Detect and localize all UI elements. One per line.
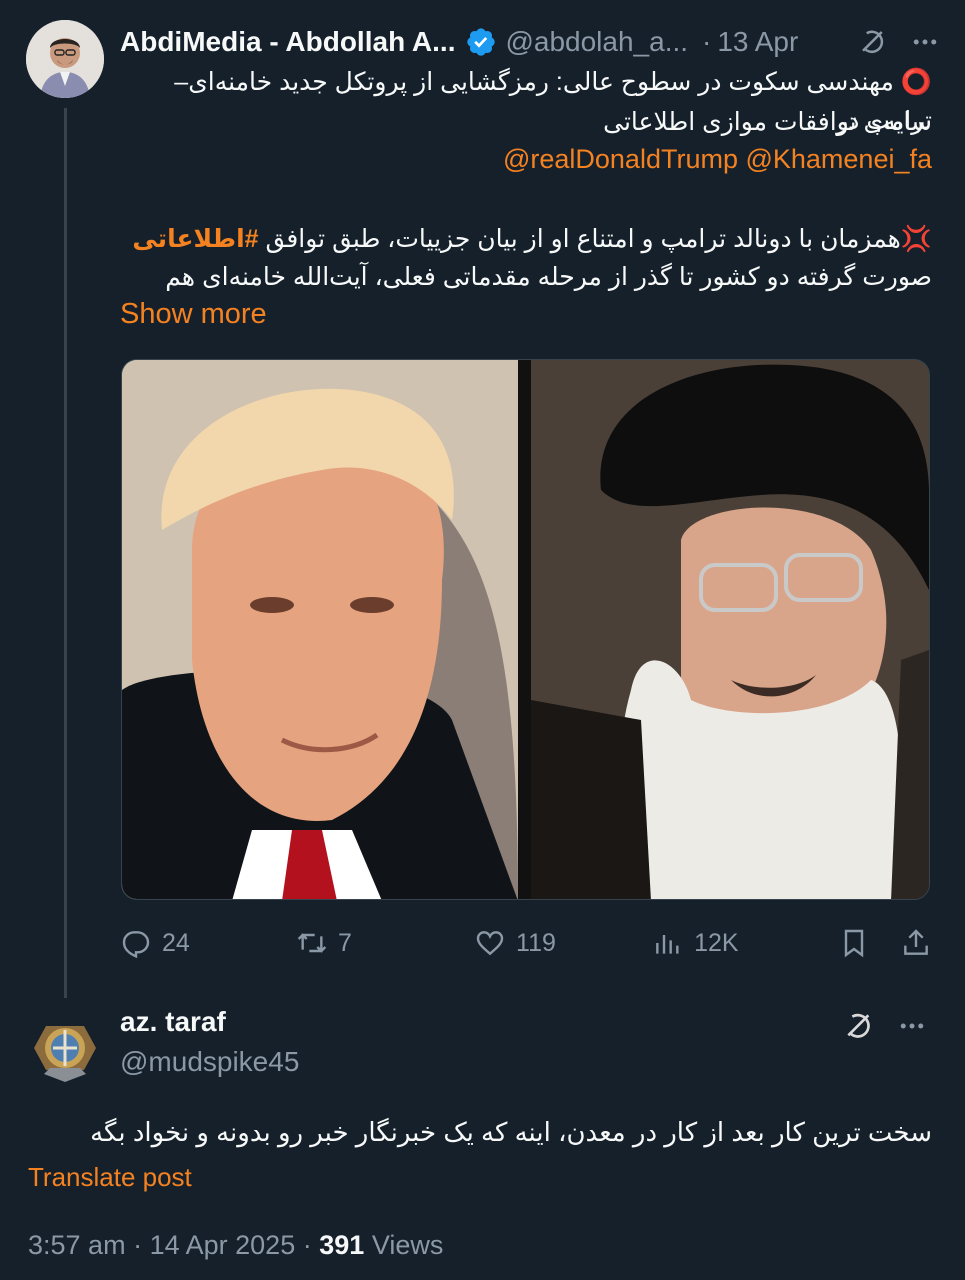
tweet-text-line-4: صورت گرفته دو کشور تا گذر از مرحله مقدما… [165, 263, 932, 291]
media-divider [518, 360, 531, 899]
media-photo-left [122, 360, 518, 899]
show-more-link[interactable]: Show more [120, 298, 267, 331]
reply-text: سخت ترین کار بعد از کار در معدن، اینه که… [90, 1117, 932, 1147]
reply-header-icons [843, 1010, 927, 1042]
grok-icon[interactable] [858, 27, 888, 57]
tweet-media[interactable] [121, 359, 930, 900]
author-name[interactable]: AbdiMedia - Abdollah A... [120, 26, 455, 58]
separator: · [702, 26, 712, 57]
author-handle[interactable]: @abdolah_a... [505, 26, 688, 58]
reply-author-avatar[interactable] [26, 1008, 104, 1086]
translate-post-link[interactable]: Translate post [28, 1162, 192, 1193]
media-photo-right [531, 360, 929, 899]
reply-action[interactable]: 24 [120, 927, 296, 959]
reply-views-count: 391 [319, 1230, 365, 1260]
repost-icon [297, 933, 327, 953]
meta-separator: · [302, 1230, 320, 1260]
like-icon [476, 931, 504, 956]
reply-views-label: Views [371, 1230, 444, 1260]
author-avatar[interactable] [26, 20, 104, 98]
grok-icon[interactable] [843, 1010, 875, 1042]
repost-action[interactable]: 7 [296, 927, 474, 959]
share-icon[interactable] [900, 927, 932, 959]
tweet-date[interactable]: 13 Apr [717, 26, 798, 58]
like-count: 119 [516, 928, 556, 957]
tweet-text-line-3-prefix: 💢همزمان با دونالد ترامپ و امتناع او از ب… [265, 225, 933, 253]
tweet-mentions[interactable]: @realDonaldTrump @Khamenei_fa [120, 140, 932, 179]
reply-author-handle[interactable]: @mudspike45 [120, 1046, 299, 1078]
tweet-actions: 24 7 119 12K [120, 918, 932, 968]
reply-time[interactable]: 3:57 am [28, 1230, 126, 1260]
reply-icon [122, 931, 150, 959]
verified-badge-icon [467, 28, 496, 56]
secondary-actions [838, 927, 932, 959]
bookmark-icon[interactable] [838, 927, 870, 959]
reply-author-name[interactable]: az. taraf [120, 1006, 226, 1038]
views-action[interactable]: 12K [652, 927, 838, 959]
tweet-header: AbdiMedia - Abdollah A... @abdolah_a... … [120, 22, 940, 62]
reply-count: 24 [162, 928, 190, 957]
repost-count: 7 [338, 928, 352, 957]
views-icon [656, 935, 679, 954]
tweet-text-line-3: 💢همزمان با دونالد ترامپ و امتناع او از ب… [120, 220, 932, 259]
more-icon[interactable] [897, 1011, 927, 1041]
thread-line [64, 108, 67, 998]
reply-date[interactable]: 14 Apr 2025 [150, 1230, 296, 1260]
hashtag-link[interactable]: #اطلاعاتی [132, 225, 258, 253]
views-count: 12K [694, 928, 739, 957]
like-action[interactable]: 119 [474, 927, 652, 959]
reply-meta: 3:57 am · 14 Apr 2025 · 391 Views [28, 1230, 443, 1261]
meta-separator: · [133, 1230, 150, 1260]
tweet-text-line-2: سایه‌ی توافقات موازی اطلاعاتی [603, 108, 932, 136]
more-icon[interactable] [910, 27, 940, 57]
